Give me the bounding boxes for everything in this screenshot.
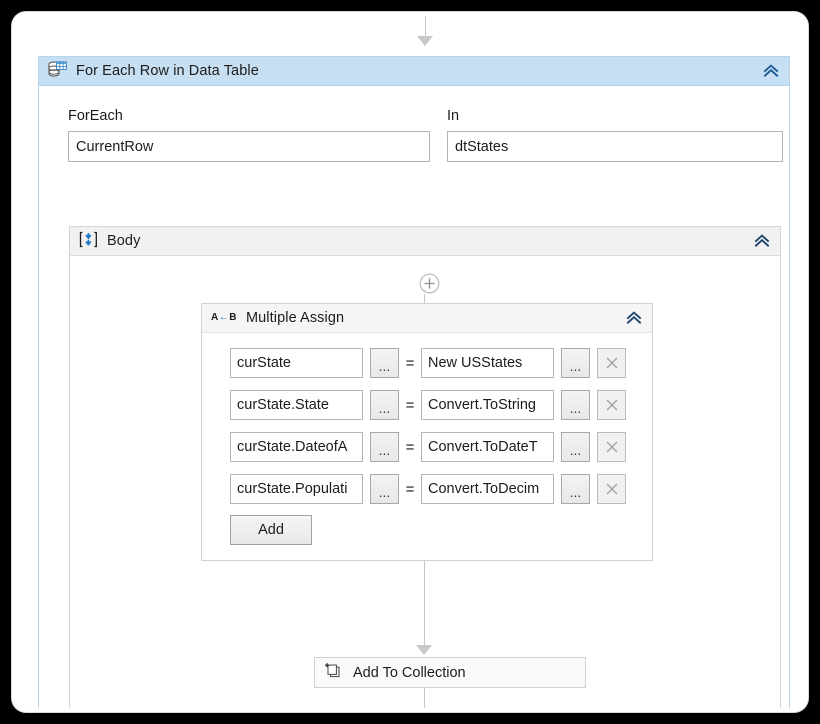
assign-right-input[interactable]: Convert.ToDateT [421,432,554,462]
connector-line-top [425,16,426,38]
assign-right-ellipsis-button[interactable]: ... [561,432,590,462]
activity-body[interactable]: Body A←B Multiple Assign curState ... = … [69,226,781,708]
assign-row: curState ... = New USStates ... [202,347,652,379]
body-sequence-icon [79,231,98,252]
assign-left-input[interactable]: curState.Populati [230,474,363,504]
add-to-collection-icon [324,662,343,683]
connector-line-collection-to-if [424,688,425,708]
close-x-icon [605,357,618,369]
assign-delete-button[interactable] [597,348,626,378]
assign-delete-button[interactable] [597,432,626,462]
assign-delete-button[interactable] [597,474,626,504]
assign-left-input[interactable]: curState.State [230,390,363,420]
assign-left-ellipsis-button[interactable]: ... [370,474,399,504]
add-assign-row-button[interactable]: Add [230,515,312,545]
activity-for-each-row[interactable]: For Each Row in Data Table ForEach Curre… [38,56,790,708]
close-x-icon [605,483,618,495]
assign-rows-list: curState ... = New USStates ... curState… [202,333,652,545]
body-title: Body [107,233,141,249]
assign-right-ellipsis-button[interactable]: ... [561,390,590,420]
connector-arrow-top [417,36,433,46]
close-x-icon [605,399,618,411]
for-each-row-body: ForEach CurrentRow In dtStates Body A←B … [39,86,789,708]
data-table-icon [48,60,67,82]
assign-right-input[interactable]: Convert.ToString [421,390,554,420]
assign-left-input[interactable]: curState.DateofA [230,432,363,462]
activity-add-to-collection[interactable]: Add To Collection [314,657,586,688]
for-each-row-header[interactable]: For Each Row in Data Table [39,57,789,86]
assign-equals-sign: = [405,480,415,498]
add-to-collection-title: Add To Collection [353,664,466,681]
body-header[interactable]: Body [70,227,780,256]
assign-equals-sign: = [405,396,415,414]
assign-right-ellipsis-button[interactable]: ... [561,348,590,378]
for-each-row-title: For Each Row in Data Table [76,63,259,79]
workflow-canvas: For Each Row in Data Table ForEach Curre… [12,12,808,712]
assign-equals-sign: = [405,438,415,456]
assign-left-input[interactable]: curState [230,348,363,378]
multiple-assign-title: Multiple Assign [245,310,345,326]
assign-left-ellipsis-button[interactable]: ... [370,348,399,378]
assign-row: curState.State ... = Convert.ToString ..… [202,389,652,421]
multiple-assign-header[interactable]: A←B Multiple Assign [202,304,652,333]
assign-right-input[interactable]: Convert.ToDecim [421,474,554,504]
activity-multiple-assign[interactable]: A←B Multiple Assign curState ... = New U… [201,303,653,561]
connector-line-plus-to-assign [424,294,425,303]
body-collapse-icon[interactable] [753,232,771,250]
multiple-assign-collapse-icon[interactable] [625,309,643,327]
in-input[interactable]: dtStates [447,131,783,162]
assign-a-b-icon: A←B [211,312,237,323]
assign-delete-button[interactable] [597,390,626,420]
assign-row: curState.DateofA ... = Convert.ToDateT .… [202,431,652,463]
foreach-input[interactable]: CurrentRow [68,131,430,162]
workflow-canvas-inner: For Each Row in Data Table ForEach Curre… [16,16,804,708]
assign-right-ellipsis-button[interactable]: ... [561,474,590,504]
for-each-row-collapse-icon[interactable] [762,62,780,80]
add-activity-button[interactable] [419,273,440,294]
connector-arrow-collection [416,645,432,655]
assign-left-ellipsis-button[interactable]: ... [370,390,399,420]
connector-line-assign-to-collection [424,561,425,647]
assign-equals-sign: = [405,354,415,372]
in-label: In [447,108,460,124]
assign-right-input[interactable]: New USStates [421,348,554,378]
assign-row: curState.Populati ... = Convert.ToDecim … [202,473,652,505]
foreach-label: ForEach [68,108,123,124]
assign-left-ellipsis-button[interactable]: ... [370,432,399,462]
close-x-icon [605,441,618,453]
